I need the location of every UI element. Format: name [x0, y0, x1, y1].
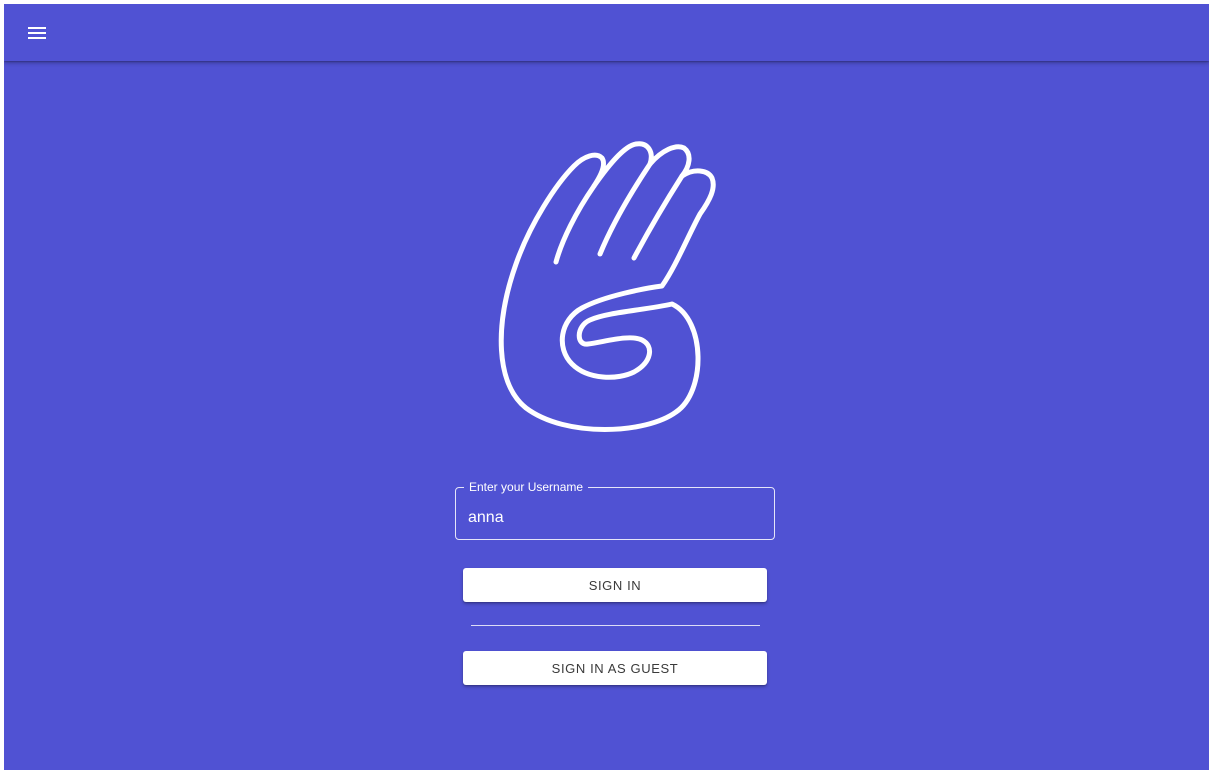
sign-in-button[interactable]: SIGN IN [463, 568, 767, 602]
app-bar [4, 4, 1209, 61]
username-field[interactable]: Enter your Username [455, 480, 775, 540]
divider [471, 625, 760, 626]
app-frame: Enter your Username SIGN IN SIGN IN AS G… [4, 4, 1209, 770]
menu-button[interactable] [24, 20, 50, 46]
username-input[interactable] [468, 507, 758, 529]
hamburger-menu-icon [28, 27, 46, 39]
username-label: Enter your Username [464, 480, 589, 495]
hand-logo-icon [498, 141, 716, 432]
sign-in-as-guest-button[interactable]: SIGN IN AS GUEST [463, 651, 767, 685]
